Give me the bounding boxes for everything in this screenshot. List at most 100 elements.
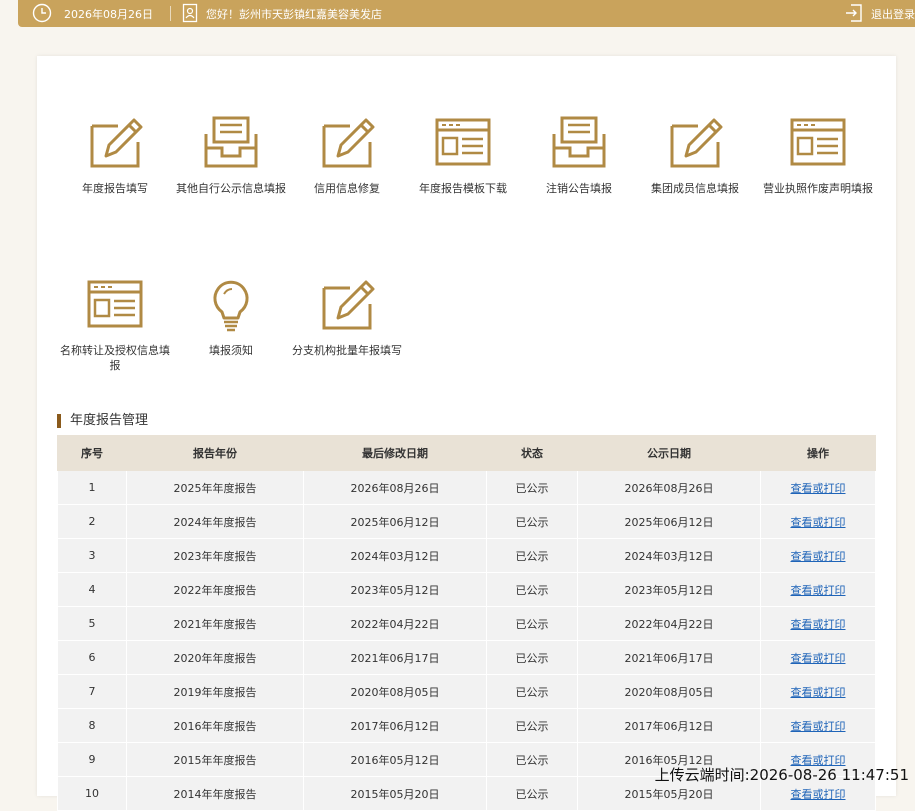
cell-no: 9 (57, 742, 127, 777)
tile-label: 注销公告填报 (546, 182, 612, 195)
tile-label: 年度报告模板下载 (419, 182, 507, 195)
cell-published: 2022年04月22日 (577, 606, 761, 641)
view-print-link[interactable]: 查看或打印 (791, 686, 846, 699)
cell-modified: 2022年04月22日 (303, 606, 487, 641)
cell-action: 查看或打印 (760, 504, 876, 539)
greeting-text: 您好！彭州市天彭镇红嘉美容美发店 (206, 8, 382, 21)
tile-label: 分支机构批量年报填写 (292, 344, 402, 357)
cell-action: 查看或打印 (760, 572, 876, 607)
current-date: 2026年08月26日 (64, 8, 153, 21)
table-row: 2 2024年年度报告 2025年06月12日 已公示 2025年06月12日 … (57, 504, 876, 539)
browser-window-icon (435, 118, 491, 166)
edit-icon (670, 118, 723, 168)
cell-no: 5 (57, 606, 127, 641)
cell-no: 3 (57, 538, 127, 573)
cell-modified: 2026年08月26日 (303, 470, 487, 505)
cell-action: 查看或打印 (760, 606, 876, 641)
cell-year: 2024年年度报告 (126, 504, 304, 539)
cell-year: 2019年年度报告 (126, 674, 304, 709)
cell-no: 8 (57, 708, 127, 743)
tile-label: 填报须知 (209, 344, 253, 357)
lightbulb-icon (213, 280, 249, 332)
tile-name-transfer[interactable]: 名称转让及授权信息填报 (57, 274, 173, 373)
cell-status: 已公示 (486, 640, 578, 675)
logout-icon[interactable] (845, 3, 863, 23)
table-row: 4 2022年年度报告 2023年05月12日 已公示 2023年05月12日 … (57, 572, 876, 607)
cell-modified: 2015年05月20日 (303, 776, 487, 811)
edit-icon (322, 118, 375, 168)
cell-status: 已公示 (486, 606, 578, 641)
edit-icon (322, 280, 375, 330)
cell-published: 2020年08月05日 (577, 674, 761, 709)
column-header: 状态 (486, 435, 578, 471)
clock-icon (32, 3, 52, 23)
view-print-link[interactable]: 查看或打印 (791, 584, 846, 597)
view-print-link[interactable]: 查看或打印 (791, 652, 846, 665)
column-header: 最后修改日期 (303, 435, 487, 471)
table-body: 1 2025年年度报告 2026年08月26日 已公示 2026年08月26日 … (57, 470, 876, 811)
cell-modified: 2023年05月12日 (303, 572, 487, 607)
top-bar: 2026年08月26日 您好！彭州市天彭镇红嘉美容美发店 退出登录 (18, 0, 915, 27)
cell-published: 2026年08月26日 (577, 470, 761, 505)
table-row: 7 2019年年度报告 2020年08月05日 已公示 2020年08月05日 … (57, 674, 876, 709)
cell-no: 4 (57, 572, 127, 607)
view-print-link[interactable]: 查看或打印 (791, 550, 846, 563)
tile-group-members[interactable]: 集团成员信息填报 (637, 112, 753, 196)
tile-branch-batch-report[interactable]: 分支机构批量年报填写 (289, 274, 405, 358)
cell-year: 2025年年度报告 (126, 470, 304, 505)
tile-cancellation-notice[interactable]: 注销公告填报 (521, 112, 637, 196)
tile-template-download[interactable]: 年度报告模板下载 (405, 112, 521, 196)
view-print-link[interactable]: 查看或打印 (791, 618, 846, 631)
column-header: 报告年份 (126, 435, 304, 471)
cell-status: 已公示 (486, 504, 578, 539)
cell-modified: 2017年06月12日 (303, 708, 487, 743)
logout-link[interactable]: 退出登录 (871, 6, 915, 22)
cell-status: 已公示 (486, 708, 578, 743)
cell-no: 7 (57, 674, 127, 709)
cell-published: 2023年05月12日 (577, 572, 761, 607)
cell-no: 6 (57, 640, 127, 675)
cell-action: 查看或打印 (760, 470, 876, 505)
tile-label: 年度报告填写 (82, 182, 148, 195)
cell-modified: 2021年06月17日 (303, 640, 487, 675)
cell-published: 2017年06月12日 (577, 708, 761, 743)
inbox-icon (204, 116, 258, 168)
cell-published: 2021年06月17日 (577, 640, 761, 675)
browser-window-icon (790, 118, 846, 166)
browser-window-icon (87, 280, 143, 328)
cell-no: 10 (57, 776, 127, 811)
edit-icon (90, 118, 143, 168)
tile-credit-repair[interactable]: 信用信息修复 (289, 112, 405, 196)
tile-filing-notice[interactable]: 填报须知 (173, 274, 289, 358)
section-title: 年度报告管理 (57, 414, 148, 428)
tile-label: 集团成员信息填报 (651, 182, 739, 195)
table-row: 3 2023年年度报告 2024年03月12日 已公示 2024年03月12日 … (57, 538, 876, 573)
cell-year: 2022年年度报告 (126, 572, 304, 607)
cell-year: 2023年年度报告 (126, 538, 304, 573)
inbox-icon (552, 116, 606, 168)
cell-year: 2020年年度报告 (126, 640, 304, 675)
cell-action: 查看或打印 (760, 674, 876, 709)
upload-time-overlay: 上传云端时间:2026-08-26 11:47:51 (654, 766, 909, 784)
user-card-icon (182, 3, 198, 23)
cell-no: 1 (57, 470, 127, 505)
tile-annual-report-fill[interactable]: 年度报告填写 (57, 112, 173, 196)
cell-modified: 2020年08月05日 (303, 674, 487, 709)
tile-other-disclosure[interactable]: 其他自行公示信息填报 (173, 112, 289, 196)
cell-modified: 2025年06月12日 (303, 504, 487, 539)
tile-label: 名称转让及授权信息填报 (60, 344, 170, 372)
tile-label: 营业执照作废声明填报 (763, 182, 873, 195)
view-print-link[interactable]: 查看或打印 (791, 720, 846, 733)
view-print-link[interactable]: 查看或打印 (791, 788, 846, 801)
cell-published: 2024年03月12日 (577, 538, 761, 573)
cell-status: 已公示 (486, 572, 578, 607)
cell-year: 2014年年度报告 (126, 776, 304, 811)
main-panel: 年度报告填写 其他自行公示信息填报 信用信息修复 年度报告模板下载 注销公告填报… (37, 56, 896, 811)
view-print-link[interactable]: 查看或打印 (791, 516, 846, 529)
tile-license-void[interactable]: 营业执照作废声明填报 (753, 112, 883, 196)
cell-published: 2025年06月12日 (577, 504, 761, 539)
view-print-link[interactable]: 查看或打印 (791, 482, 846, 495)
cell-status: 已公示 (486, 776, 578, 811)
cell-modified: 2016年05月12日 (303, 742, 487, 777)
cell-action: 查看或打印 (760, 538, 876, 573)
